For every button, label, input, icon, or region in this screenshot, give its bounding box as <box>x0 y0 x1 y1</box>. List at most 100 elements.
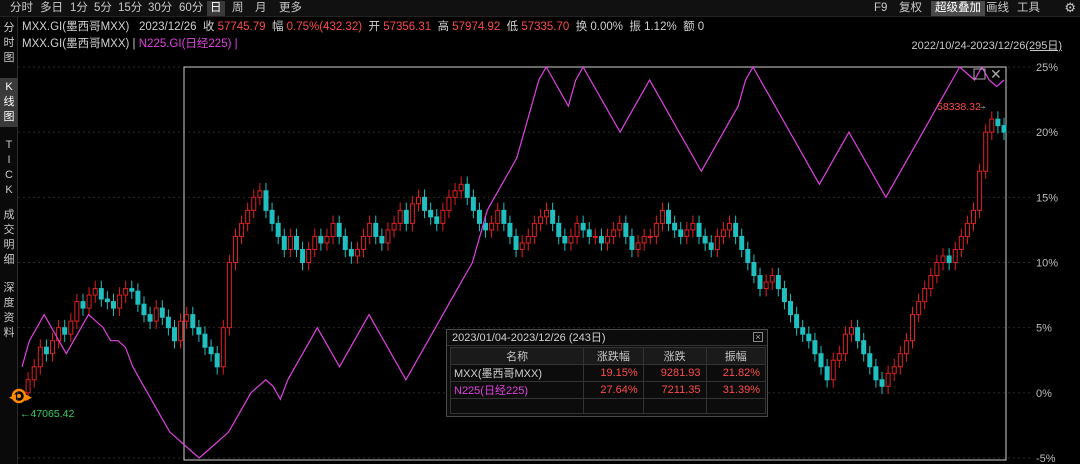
candle-body <box>324 235 330 244</box>
col-name: 名称 <box>449 347 585 365</box>
candle-body <box>733 222 739 237</box>
candle-body <box>818 353 824 368</box>
tab-30min[interactable]: 30分 <box>145 1 175 16</box>
candle-body <box>568 235 574 244</box>
change-value: 0.75%(432.32) <box>286 21 363 33</box>
candle-body <box>220 327 226 368</box>
candle-body <box>409 203 415 224</box>
candle-body <box>80 301 86 309</box>
candle-body <box>916 301 922 316</box>
popup-title: 2023/01/04-2023/12/26 (243日) <box>447 330 767 346</box>
row-chg: 9281.93 <box>642 364 707 382</box>
candle-body <box>531 222 537 237</box>
candle-body <box>934 262 940 277</box>
candle-body <box>720 229 726 237</box>
col-pct: 涨跌幅 <box>583 347 644 365</box>
close-icon[interactable]: ✕ <box>990 66 1002 82</box>
candle-body <box>110 301 116 309</box>
candle-body <box>312 235 318 250</box>
candle-body <box>31 366 37 381</box>
candle-body <box>745 248 751 263</box>
draw-line-button[interactable]: 画线 <box>986 1 1009 16</box>
candle-body <box>171 327 177 342</box>
candle-body <box>714 235 720 250</box>
popup-close-icon[interactable]: × <box>753 332 763 342</box>
candle-body <box>513 235 519 250</box>
amount-label: 额 <box>683 21 695 33</box>
candle-body <box>580 222 586 231</box>
candle-body <box>391 222 397 231</box>
tab-1min[interactable]: 1分 <box>67 1 91 16</box>
candle-body <box>824 366 830 381</box>
candle-body <box>598 235 604 244</box>
change-label: 幅 <box>271 21 284 33</box>
tab-60min[interactable]: 60分 <box>176 1 206 16</box>
candle-body <box>446 196 452 211</box>
candle-body <box>147 314 153 322</box>
close-label: 收 <box>202 21 215 33</box>
tab-intraday[interactable]: 分时 <box>7 1 36 16</box>
candle-body <box>873 366 879 381</box>
candle-body <box>769 275 775 283</box>
candle-body <box>495 209 501 224</box>
candle-body <box>562 235 568 244</box>
f9-button[interactable]: F9 <box>874 1 887 16</box>
quote-date: 2023/12/26 <box>138 21 197 33</box>
candle-body <box>385 229 391 244</box>
candle-body <box>861 340 867 355</box>
candle-body <box>373 222 379 237</box>
tab-daily[interactable]: 日 <box>207 1 225 16</box>
candle-body <box>849 327 855 335</box>
row-pct: 19.15% <box>583 364 644 382</box>
candle-body <box>940 255 946 264</box>
candle-body <box>556 222 562 237</box>
candle-body <box>611 229 617 237</box>
legend-series-n225[interactable]: N225.GI(日经225) <box>139 38 232 50</box>
candle-body <box>623 222 629 237</box>
candle-body <box>946 255 952 264</box>
turnover-label: 换 <box>575 21 588 33</box>
candle-body <box>464 183 470 198</box>
amp-value: 1.12% <box>644 21 677 33</box>
low-marker-label: ←47065.42 <box>20 408 74 420</box>
gear-icon[interactable]: ⚙ <box>1064 0 1076 16</box>
tab-multiday[interactable]: 多日 <box>37 1 66 16</box>
candle-body <box>696 222 702 237</box>
tab-15min[interactable]: 15分 <box>115 1 145 16</box>
candle-body <box>269 209 275 224</box>
candle-body <box>763 281 769 290</box>
candle-body <box>867 353 873 368</box>
candle-body <box>922 288 928 303</box>
candle-body <box>452 190 458 198</box>
candle-body <box>415 196 421 205</box>
table-row: MXX(墨西哥MXX) 19.15% 9281.93 21.82% <box>449 364 766 382</box>
tab-5min[interactable]: 5分 <box>91 1 115 16</box>
candle-body <box>159 307 165 318</box>
candle-body <box>300 248 306 263</box>
candle-body <box>964 222 970 237</box>
candle-body <box>879 379 885 387</box>
candle-body <box>812 340 818 355</box>
candle-body <box>367 222 373 237</box>
tools-button[interactable]: 工具 <box>1017 1 1040 16</box>
candle-body <box>251 196 257 211</box>
quote-symbol: MXX.GI(墨西哥MXX) <box>22 21 130 33</box>
candle-body <box>702 235 708 244</box>
series-legend: MXX.GI(墨西哥MXX) | N225.GI(日经225) | <box>22 35 238 51</box>
candle-body <box>190 314 196 329</box>
candle-body <box>806 333 812 342</box>
legend-series-mxx[interactable]: MXX.GI(墨西哥MXX) <box>22 38 129 50</box>
tab-weekly[interactable]: 周 <box>229 1 247 16</box>
super-overlay-button[interactable]: 超级叠加 <box>931 1 985 16</box>
tab-monthly[interactable]: 月 <box>252 1 270 16</box>
candle-body <box>104 298 110 303</box>
tab-more[interactable]: 更多 <box>276 1 305 16</box>
table-row: N225(日经225) 27.64% 7211.35 31.39% <box>449 381 766 399</box>
candle-body <box>379 235 385 244</box>
high-label: 高 <box>437 21 450 33</box>
candle-body <box>739 235 745 250</box>
candle-body <box>836 353 842 361</box>
adjust-button[interactable]: 复权 <box>899 1 922 16</box>
row-pct: 27.64% <box>583 381 644 399</box>
candle-body <box>117 294 123 309</box>
